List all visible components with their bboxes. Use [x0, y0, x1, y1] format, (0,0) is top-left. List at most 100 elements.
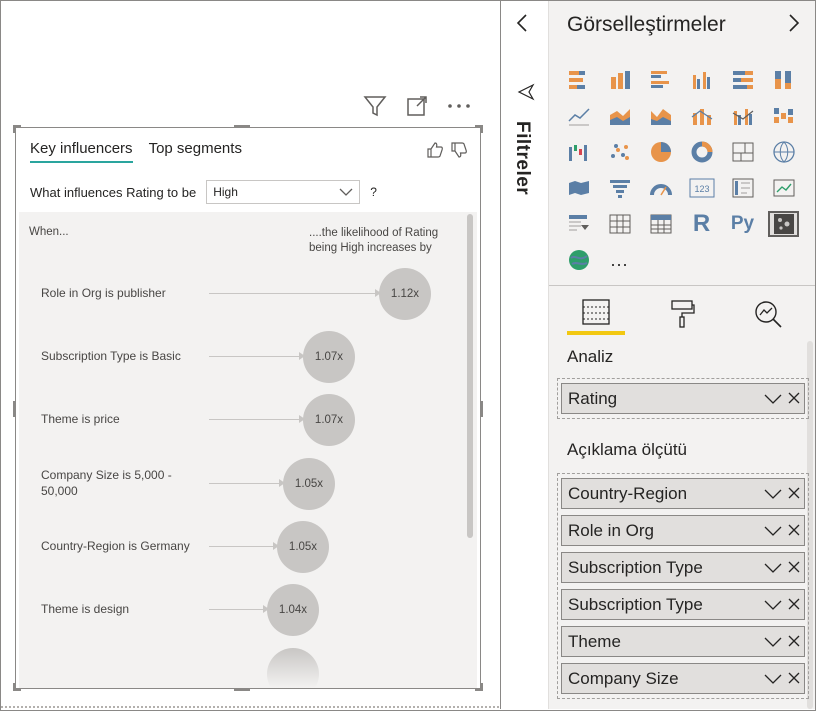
field-name: Role in Org	[568, 520, 654, 540]
thumbs-up-icon[interactable]	[426, 142, 444, 163]
chevron-down-icon[interactable]	[764, 671, 782, 687]
resize-handle[interactable]	[234, 688, 250, 691]
kpi-icon[interactable]	[768, 175, 799, 201]
explain-by-well[interactable]: Country-Region Role in Org Subscription …	[557, 473, 809, 699]
filters-label: Filtreler	[512, 121, 533, 196]
field-pill[interactable]: Subscription Type	[561, 552, 805, 583]
multi-row-card-icon[interactable]	[727, 175, 758, 201]
field-pill[interactable]: Country-Region	[561, 478, 805, 509]
resize-handle[interactable]	[13, 125, 16, 133]
stacked-column-chart-icon[interactable]	[604, 67, 635, 93]
r-script-visual-icon[interactable]: R	[686, 210, 717, 237]
chevron-down-icon[interactable]	[764, 391, 782, 407]
resize-handle[interactable]	[480, 125, 483, 133]
influencer-row[interactable]: Role in Org is publisher 1.12x	[19, 268, 459, 320]
influencer-row[interactable]: Subscription Type is Basic 1.07x	[19, 331, 459, 383]
slicer-icon[interactable]	[563, 211, 594, 237]
influencer-label: Role in Org is publisher	[41, 286, 166, 300]
key-influencers-icon[interactable]	[768, 211, 799, 237]
100-stacked-bar-chart-icon[interactable]	[727, 67, 758, 93]
chevron-down-icon[interactable]	[764, 523, 782, 539]
pane-title: Görselleştirmeler	[567, 13, 726, 36]
influencer-bubble: 1.07x	[303, 394, 355, 446]
chevron-down-icon[interactable]	[764, 486, 782, 502]
svg-text:123: 123	[694, 184, 709, 194]
thumbs-down-icon[interactable]	[450, 142, 468, 163]
likelihood-header: ....the likelihood of Rating being High …	[309, 227, 439, 254]
more-visuals-icon[interactable]: ...	[604, 247, 635, 273]
close-icon[interactable]	[788, 391, 800, 407]
tab-top-segments[interactable]: Top segments	[149, 140, 242, 163]
card-icon[interactable]: 123	[686, 175, 717, 201]
chevron-down-icon[interactable]	[764, 597, 782, 613]
close-icon[interactable]	[788, 671, 800, 687]
help-icon[interactable]: ?	[370, 185, 377, 199]
more-options-icon[interactable]	[445, 93, 473, 119]
analyze-well[interactable]: Rating	[557, 378, 809, 419]
chevron-left-icon[interactable]	[515, 13, 529, 39]
line-and-stacked-column-icon[interactable]	[686, 103, 717, 129]
table-icon[interactable]	[604, 211, 635, 237]
filter-icon[interactable]	[361, 93, 389, 119]
resize-handle[interactable]	[480, 683, 483, 691]
resize-handle[interactable]	[480, 401, 483, 417]
matrix-icon[interactable]	[645, 211, 676, 237]
tab-fields[interactable]	[567, 293, 625, 335]
resize-handle[interactable]	[13, 683, 16, 691]
field-name: Subscription Type	[568, 557, 703, 577]
map-icon[interactable]	[768, 139, 799, 165]
donut-chart-icon[interactable]	[686, 139, 717, 165]
pie-chart-icon[interactable]	[645, 139, 676, 165]
ribbon-chart-icon[interactable]	[768, 103, 799, 129]
influencer-row[interactable]: Country-Region is Germany 1.05x	[19, 521, 459, 573]
arcgis-map-icon[interactable]	[563, 247, 594, 273]
field-pill[interactable]: Theme	[561, 626, 805, 657]
close-icon[interactable]	[788, 486, 800, 502]
influencer-row[interactable]: Theme is price 1.07x	[19, 394, 459, 446]
filters-pane-collapsed[interactable]: Filtreler	[500, 1, 548, 709]
field-pill[interactable]: Role in Org	[561, 515, 805, 546]
close-icon[interactable]	[788, 560, 800, 576]
resize-handle[interactable]	[13, 401, 16, 417]
chevron-down-icon[interactable]	[764, 634, 782, 650]
field-pill[interactable]: Subscription Type	[561, 589, 805, 620]
visual-tabs: Key influencers Top segments	[30, 140, 242, 163]
scatter-chart-icon[interactable]	[604, 139, 635, 165]
waterfall-chart-icon[interactable]	[563, 139, 594, 165]
100-stacked-column-chart-icon[interactable]	[768, 67, 799, 93]
r-label: R	[692, 210, 711, 237]
focus-mode-icon[interactable]	[403, 93, 431, 119]
line-and-clustered-column-icon[interactable]	[727, 103, 758, 129]
python-visual-icon[interactable]: Py	[727, 211, 758, 237]
stacked-area-chart-icon[interactable]	[645, 103, 676, 129]
tab-analytics-magnifier[interactable]	[739, 293, 797, 335]
panel-scrollbar[interactable]	[467, 214, 473, 538]
filled-map-icon[interactable]	[563, 175, 594, 201]
stacked-bar-chart-icon[interactable]	[563, 67, 594, 93]
tab-key-influencers[interactable]: Key influencers	[30, 140, 133, 163]
close-icon[interactable]	[788, 634, 800, 650]
target-value-dropdown[interactable]: High	[206, 180, 361, 204]
close-icon[interactable]	[788, 597, 800, 613]
key-influencers-visual[interactable]: Key influencers Top segments What influe…	[13, 125, 483, 691]
clustered-bar-chart-icon[interactable]	[645, 67, 676, 93]
visual-type-grid: 123 R Py ...	[563, 67, 803, 273]
chevron-right-icon[interactable]	[787, 13, 801, 39]
gauge-icon[interactable]	[645, 175, 676, 201]
close-icon[interactable]	[788, 523, 800, 539]
clustered-column-chart-icon[interactable]	[686, 67, 717, 93]
funnel-icon[interactable]	[604, 175, 635, 201]
influencer-bubble: 1.05x	[277, 521, 329, 573]
treemap-icon[interactable]	[727, 139, 758, 165]
field-pill[interactable]: Rating	[561, 383, 805, 414]
influencer-line	[209, 356, 301, 357]
line-chart-icon[interactable]	[563, 103, 594, 129]
chevron-down-icon[interactable]	[764, 560, 782, 576]
influencer-row[interactable]: Company Size is 5,000 - 50,000 1.05x	[19, 458, 459, 510]
area-chart-icon[interactable]	[604, 103, 635, 129]
influencer-label: Company Size is 5,000 - 50,000	[41, 468, 172, 498]
field-pill[interactable]: Company Size	[561, 663, 805, 694]
influencer-row[interactable]: Theme is design 1.04x	[19, 584, 459, 636]
resize-handle[interactable]	[234, 125, 250, 128]
tab-format-paint-roller[interactable]	[653, 293, 711, 335]
